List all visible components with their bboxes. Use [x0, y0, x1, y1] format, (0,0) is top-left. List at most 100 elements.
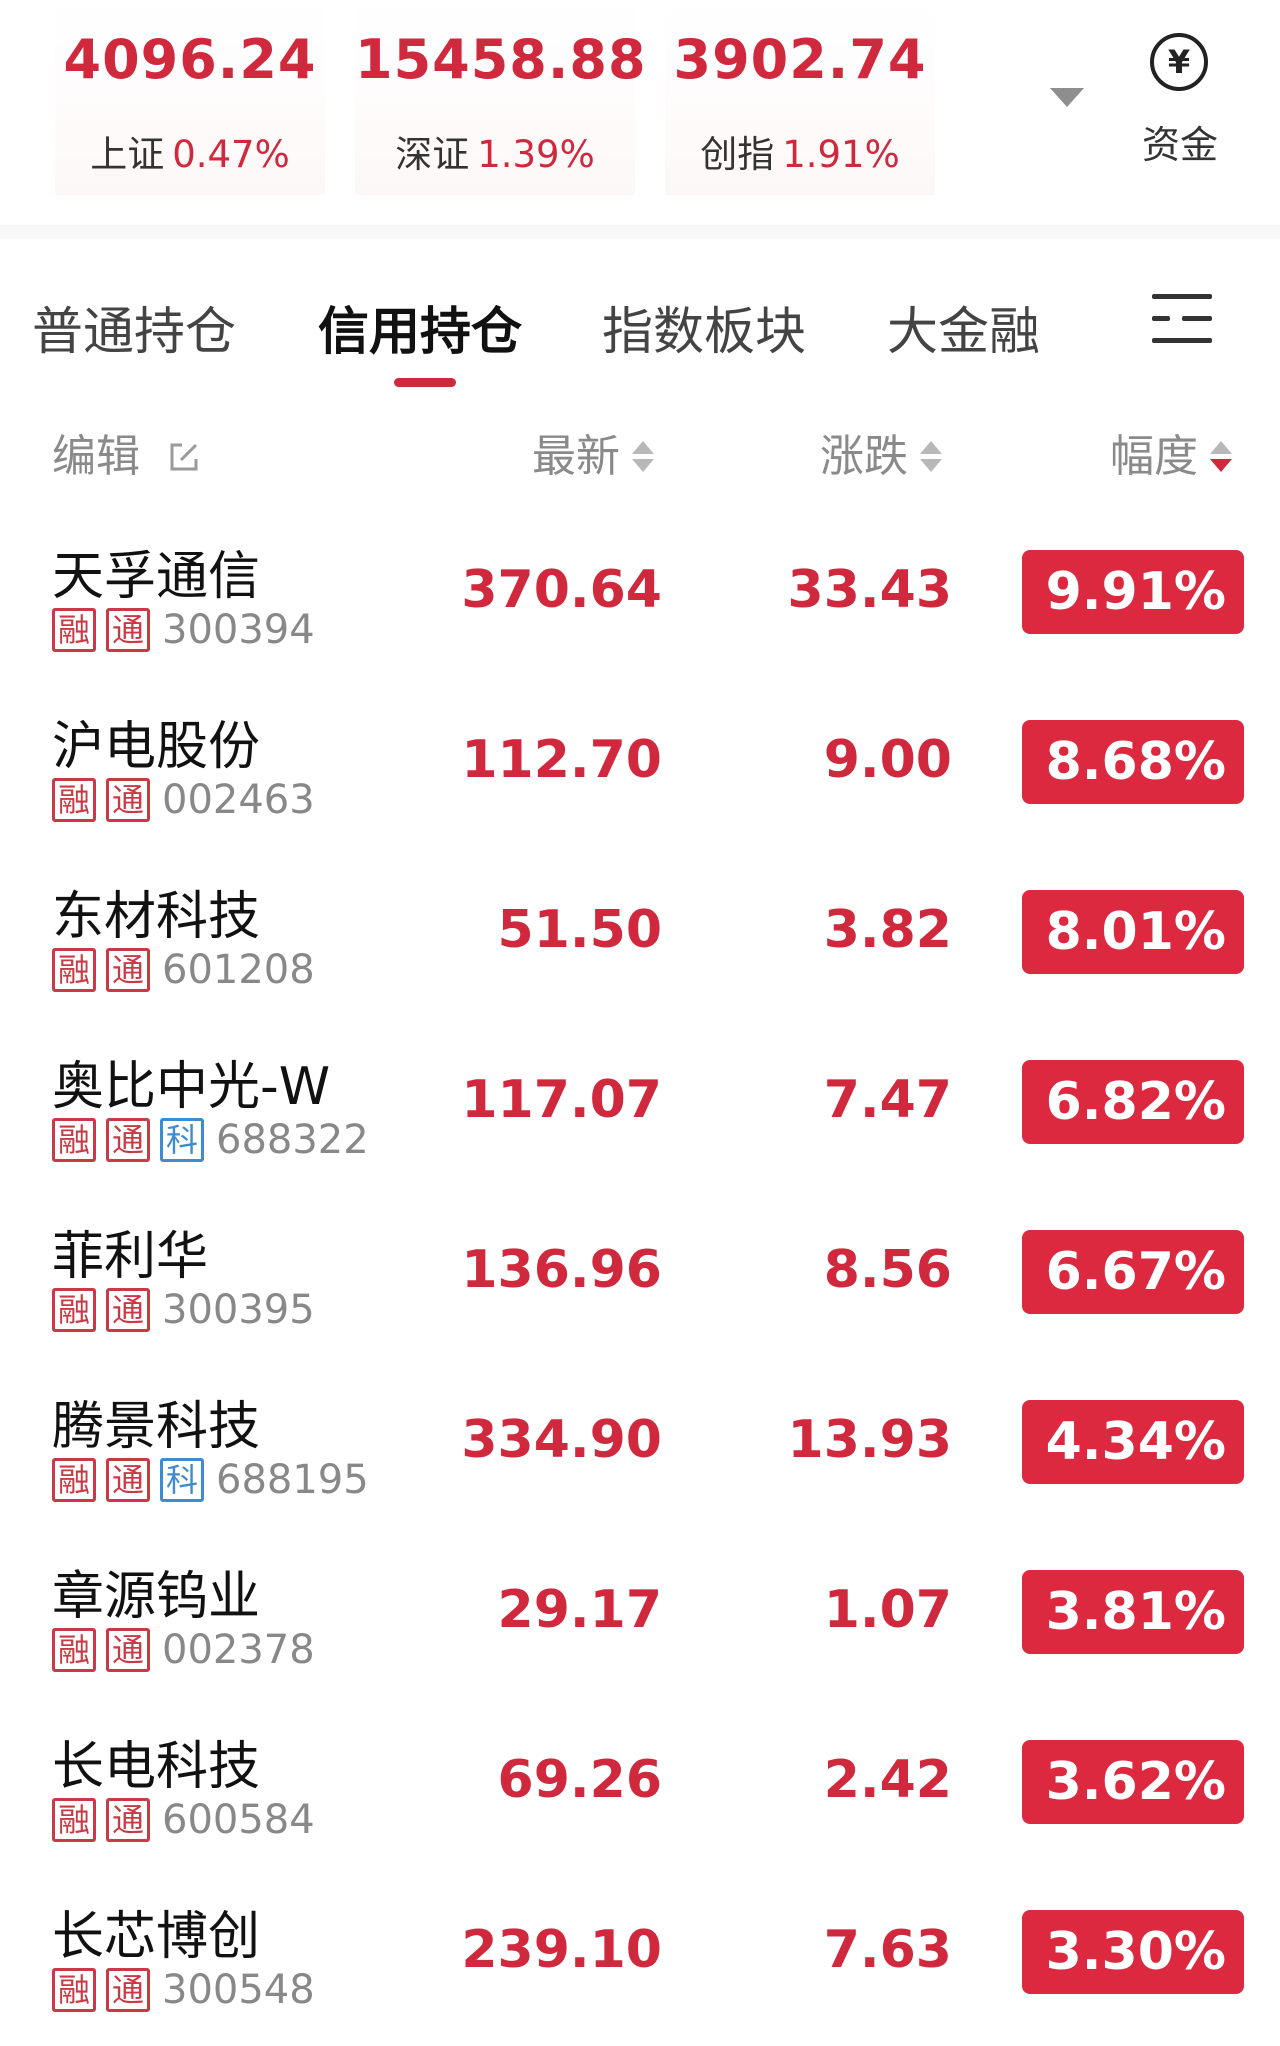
price-change: 7.63 [823, 1920, 952, 1980]
stock-name: 奥比中光-W [52, 1057, 331, 1117]
stock-name: 东材科技 [52, 887, 261, 947]
margin-tag: 融 [52, 1458, 96, 1502]
stock-row[interactable]: 长电科技融通 600584 69.26 2.42 3.62% [0, 1700, 1280, 1870]
index-label: 上证 0.47% [55, 124, 325, 178]
change-header: 涨跌 [820, 431, 908, 482]
connect-tag: 通 [106, 1628, 150, 1672]
menu-icon[interactable] [1152, 290, 1218, 346]
price-change: 3.82 [823, 900, 952, 960]
chevron-down-icon[interactable] [1050, 88, 1084, 107]
index-card-shenzhen[interactable]: 15458.88 深证 1.39% [355, 0, 647, 195]
price-change: 7.47 [823, 1070, 952, 1130]
stock-code: 002378 [162, 1627, 315, 1673]
change-pct-badge: 4.34% [1022, 1400, 1244, 1484]
tab-bar: 普通持仓 信用持仓 指数板块 大金融 [0, 270, 1280, 400]
latest-price: 334.90 [461, 1410, 662, 1470]
column-header: 编辑 最新 涨跌 幅度 [0, 410, 1280, 490]
margin-tag: 融 [52, 1968, 96, 2012]
stock-tags: 融通 300395 [52, 1288, 315, 1334]
margin-tag: 融 [52, 1288, 96, 1332]
index-name: 创指 [700, 133, 775, 176]
stock-code: 601208 [162, 947, 315, 993]
margin-tag: 融 [52, 948, 96, 992]
latest-price: 69.26 [497, 1750, 662, 1810]
connect-tag: 通 [106, 1798, 150, 1842]
stock-row[interactable]: 长芯博创融通 300548 239.10 7.63 3.30% [0, 1870, 1280, 2040]
pct-header: 幅度 [1110, 431, 1198, 482]
stock-row[interactable]: 奥比中光-W 融通科 688322 117.07 7.47 6.82% [0, 1020, 1280, 1190]
change-pct-badge: 8.01% [1022, 890, 1244, 974]
index-label: 创指 1.91% [665, 124, 935, 178]
connect-tag: 通 [106, 948, 150, 992]
edit-icon [168, 433, 200, 471]
index-pct: 1.39% [477, 133, 595, 176]
fund-button[interactable]: ¥ 资金 [1125, 30, 1235, 170]
sort-desc-icon [1210, 439, 1232, 475]
stock-name: 天孚通信 [52, 547, 261, 607]
edit-label: 编辑 [52, 431, 140, 482]
star-market-tag: 科 [160, 1118, 204, 1162]
sort-change[interactable]: 涨跌 [820, 420, 942, 484]
stock-tags: 融通 300394 [52, 608, 315, 654]
sort-pct[interactable]: 幅度 [1110, 420, 1232, 484]
index-value: 15458.88 [355, 28, 647, 91]
index-label: 深证 1.39% [355, 124, 635, 178]
latest-price: 29.17 [497, 1580, 662, 1640]
latest-header: 最新 [532, 431, 620, 482]
stock-code: 688195 [216, 1457, 369, 1503]
change-pct-badge: 3.62% [1022, 1740, 1244, 1824]
latest-price: 51.50 [497, 900, 662, 960]
stock-tags: 融通 300548 [52, 1968, 315, 2014]
fund-label: 资金 [1141, 123, 1218, 167]
connect-tag: 通 [106, 1288, 150, 1332]
stock-row[interactable]: 腾景科技融通科 688195 334.90 13.93 4.34% [0, 1360, 1280, 1530]
stock-tags: 融通 002378 [52, 1628, 315, 1674]
stock-code: 002463 [162, 777, 315, 823]
tab-credit-holdings[interactable]: 信用持仓 [318, 290, 522, 364]
tab-index-sectors[interactable]: 指数板块 [602, 290, 806, 364]
sort-icon [632, 439, 654, 475]
latest-price: 112.70 [461, 730, 662, 790]
stock-name: 腾景科技 [52, 1397, 261, 1457]
price-change: 33.43 [787, 560, 952, 620]
price-change: 1.07 [823, 1580, 952, 1640]
index-card-chinext[interactable]: 3902.74 创指 1.91% [665, 0, 935, 195]
sort-icon [920, 439, 942, 475]
section-divider [0, 225, 1280, 239]
price-change: 8.56 [823, 1240, 952, 1300]
price-change: 9.00 [823, 730, 952, 790]
index-name: 上证 [90, 133, 165, 176]
tab-normal-holdings[interactable]: 普通持仓 [32, 290, 236, 364]
index-bar: 4096.24 上证 0.47% 15458.88 深证 1.39% 3902.74… [0, 0, 1280, 215]
stock-tags: 融通科 688322 [52, 1118, 369, 1164]
edit-button[interactable]: 编辑 [52, 420, 200, 484]
stock-tags: 融通 601208 [52, 948, 315, 994]
connect-tag: 通 [106, 1458, 150, 1502]
index-value: 4096.24 [63, 28, 317, 91]
active-tab-indicator [394, 378, 456, 387]
stock-row[interactable]: 天孚通信融通 300394 370.64 33.43 9.91% [0, 510, 1280, 680]
stock-name: 章源钨业 [52, 1567, 261, 1627]
change-pct-badge: 9.91% [1022, 550, 1244, 634]
stock-name: 沪电股份 [52, 717, 261, 777]
margin-tag: 融 [52, 778, 96, 822]
stock-tags: 融通 600584 [52, 1798, 315, 1844]
sort-latest[interactable]: 最新 [532, 420, 654, 484]
stock-name: 长电科技 [52, 1737, 261, 1797]
stock-code: 300548 [162, 1967, 315, 2013]
stock-row[interactable]: 沪电股份融通 002463 112.70 9.00 8.68% [0, 680, 1280, 850]
tab-big-finance[interactable]: 大金融 [887, 290, 1040, 364]
index-pct: 0.47% [172, 133, 290, 176]
margin-tag: 融 [52, 608, 96, 652]
connect-tag: 通 [106, 778, 150, 822]
index-value: 3902.74 [673, 28, 927, 91]
latest-price: 370.64 [461, 560, 662, 620]
stock-row[interactable]: 章源钨业融通 002378 29.17 1.07 3.81% [0, 1530, 1280, 1700]
index-card-shanghai[interactable]: 4096.24 上证 0.47% [55, 0, 325, 195]
stock-tags: 融通 002463 [52, 778, 315, 824]
yen-icon: ¥ [1150, 33, 1208, 91]
stock-row[interactable]: 菲利华融通 300395 136.96 8.56 6.67% [0, 1190, 1280, 1360]
stock-row[interactable]: 东材科技融通 601208 51.50 3.82 8.01% [0, 850, 1280, 1020]
star-market-tag: 科 [160, 1458, 204, 1502]
stock-name: 长芯博创 [52, 1907, 261, 1967]
